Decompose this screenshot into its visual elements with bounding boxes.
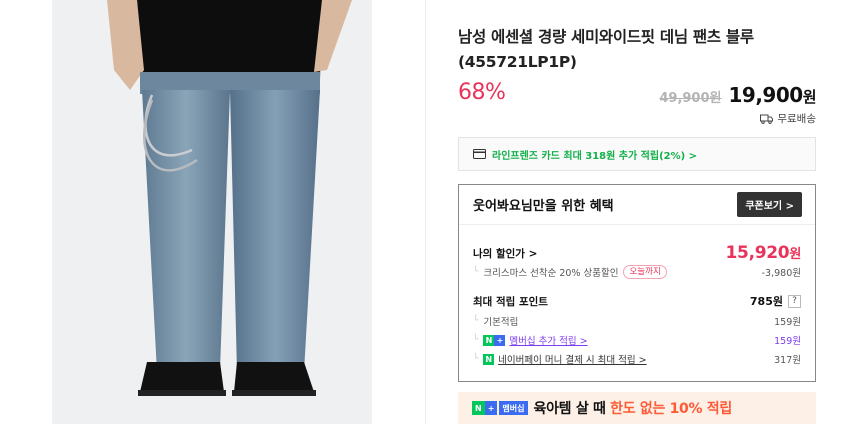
price-currency: 원 bbox=[802, 88, 817, 106]
price-area: 49,900원 19,900 원 bbox=[659, 83, 816, 107]
christmas-discount-row: └ 크리스마스 선착순 20% 상품할인 오늘까지 -3,980원 bbox=[473, 265, 801, 279]
card-promo-text: 라인프렌즈 카드 최대 318원 추가 적립(2%) > bbox=[492, 150, 698, 162]
tree-branch-icon: └ bbox=[473, 316, 479, 326]
max-points-label: 최대 적립 포인트 bbox=[473, 295, 548, 308]
max-points-row: 최대 적립 포인트 785원 ? bbox=[473, 293, 801, 309]
membership-points-value: 159원 bbox=[774, 336, 801, 347]
product-photo-jeans bbox=[52, 0, 372, 424]
coupon-view-button[interactable]: 쿠폰보기 > bbox=[737, 192, 802, 217]
tree-branch-icon: └ bbox=[473, 335, 479, 345]
naver-plus-icon: N + bbox=[483, 334, 506, 346]
banner-text-main: 육아템 살 때 bbox=[533, 401, 611, 417]
final-price: 19,900 bbox=[728, 83, 804, 107]
question-icon[interactable]: ? bbox=[788, 294, 801, 308]
basic-points-label: 기본적립 bbox=[483, 317, 519, 328]
npay-logo-icon: N bbox=[483, 353, 495, 365]
my-price-unit: 원 bbox=[789, 247, 801, 262]
my-discount-link[interactable]: 나의 할인가 > bbox=[473, 246, 537, 261]
npay-points-row: └ N 네이버페이 머니 결제 시 최대 적립 > 317원 bbox=[473, 352, 801, 366]
tree-branch-icon: └ bbox=[473, 267, 479, 277]
npay-link[interactable]: 네이버페이 머니 결제 시 최대 적립 > bbox=[498, 352, 646, 366]
christmas-amount: -3,980원 bbox=[761, 268, 801, 279]
discount-rate: 68% bbox=[458, 80, 506, 105]
vertical-divider bbox=[425, 0, 426, 424]
benefits-header: 웃어봐요님만을 위한 혜택 쿠폰보기 > bbox=[459, 185, 815, 225]
product-title: 남성 에센셜 경량 세미와이드핏 데님 팬츠 블루 (455721LP1P) bbox=[458, 28, 754, 71]
membership-tag-icon: N + 멤버십 bbox=[472, 401, 528, 415]
shipping-info: 무료배송 bbox=[760, 111, 816, 126]
my-price-value: 15,920 bbox=[725, 243, 790, 263]
christmas-label: 크리스마스 선착순 20% 상품할인 bbox=[483, 268, 619, 279]
credit-card-icon bbox=[473, 149, 486, 159]
my-price-row: 나의 할인가 > 15,920원 bbox=[473, 243, 801, 263]
benefits-title: 웃어봐요님만을 위한 혜택 bbox=[473, 199, 614, 214]
banner-text-highlight: 한도 없는 10% 적립 bbox=[610, 401, 732, 417]
basic-points: └ 기본적립 bbox=[473, 314, 518, 328]
banner-text: 육아템 살 때 한도 없는 10% 적립 bbox=[533, 398, 733, 418]
shipping-label: 무료배송 bbox=[777, 113, 816, 125]
my-price: 15,920원 bbox=[725, 243, 802, 263]
membership-banner[interactable]: N + 멤버십 육아템 살 때 한도 없는 10% 적립 bbox=[458, 392, 816, 424]
basic-points-value: 159원 bbox=[774, 317, 801, 328]
max-points-value: 785원 bbox=[749, 295, 783, 308]
npay-points: └ N 네이버페이 머니 결제 시 최대 적립 > bbox=[473, 352, 647, 366]
card-promo-banner[interactable]: 라인프렌즈 카드 최대 318원 추가 적립(2%) > bbox=[458, 137, 816, 171]
banner-tag-n: N bbox=[472, 401, 485, 415]
basic-points-row: └ 기본적립 159원 bbox=[473, 314, 801, 328]
christmas-discount: └ 크리스마스 선착순 20% 상품할인 오늘까지 bbox=[473, 265, 667, 279]
original-price: 49,900원 bbox=[659, 91, 722, 106]
npay-points-value: 317원 bbox=[774, 355, 801, 366]
membership-link[interactable]: 멤버십 추가 적립 > bbox=[509, 333, 587, 347]
membership-points: └ N + 멤버십 추가 적립 > bbox=[473, 333, 588, 347]
max-points: 785원 ? bbox=[750, 293, 801, 309]
benefits-box: 웃어봐요님만을 위한 혜택 쿠폰보기 > 나의 할인가 > 15,920원 └ … bbox=[458, 184, 816, 382]
banner-tag-membership: 멤버십 bbox=[499, 401, 528, 415]
product-image bbox=[52, 0, 372, 424]
today-badge: 오늘까지 bbox=[623, 265, 667, 279]
truck-icon bbox=[760, 114, 774, 124]
banner-tag-plus: + bbox=[484, 401, 498, 415]
tree-branch-icon: └ bbox=[473, 354, 479, 364]
membership-points-row: └ N + 멤버십 추가 적립 > 159원 bbox=[473, 333, 801, 347]
